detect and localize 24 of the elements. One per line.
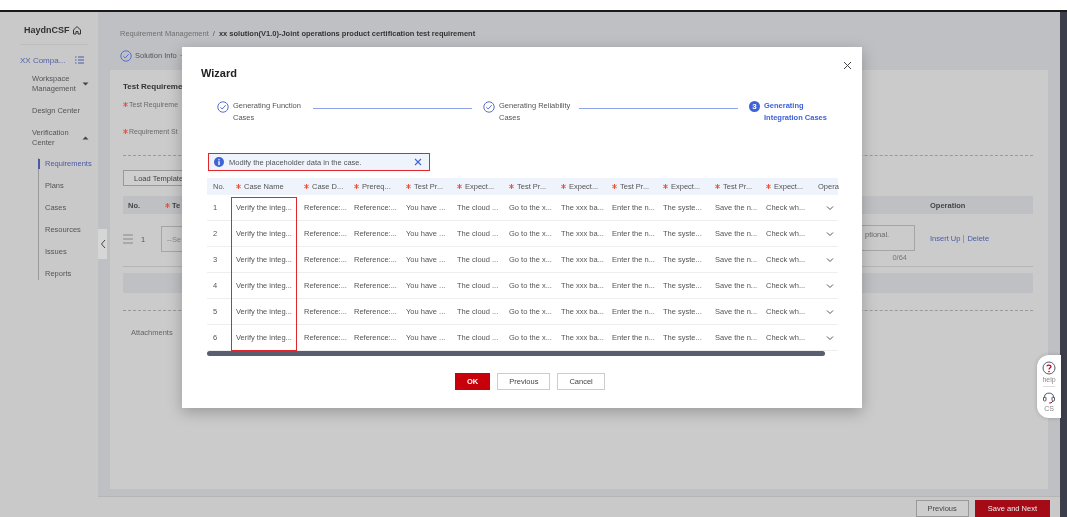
chevron-icon[interactable] [826,308,834,315]
list-icon [74,55,85,65]
close-button[interactable] [414,158,422,166]
chevron-icon[interactable] [826,282,834,289]
brand-name: HaydnCSF [24,25,70,35]
step-number: 3 [749,101,760,112]
headset-icon [1042,390,1056,404]
chevron-icon[interactable] [826,256,834,263]
chevron-icon[interactable] [826,204,834,211]
info-icon [214,157,224,167]
chevron-icon[interactable] [826,230,834,237]
dialog-title: Wizard [201,67,237,79]
close-icon [843,61,852,70]
question-icon [1042,361,1056,375]
chevron-icon[interactable] [826,334,834,341]
home-icon [71,25,82,35]
tenant-selector[interactable]: XX Compa... [20,55,66,65]
collapse-button[interactable] [98,229,107,259]
drag-handle-icon [123,234,133,244]
horizontal-scrollbar[interactable] [207,351,825,356]
section-title: Test Requireme [123,82,184,91]
close-button[interactable] [843,61,852,70]
close-icon [414,158,422,166]
chevron-left-icon [99,239,106,249]
